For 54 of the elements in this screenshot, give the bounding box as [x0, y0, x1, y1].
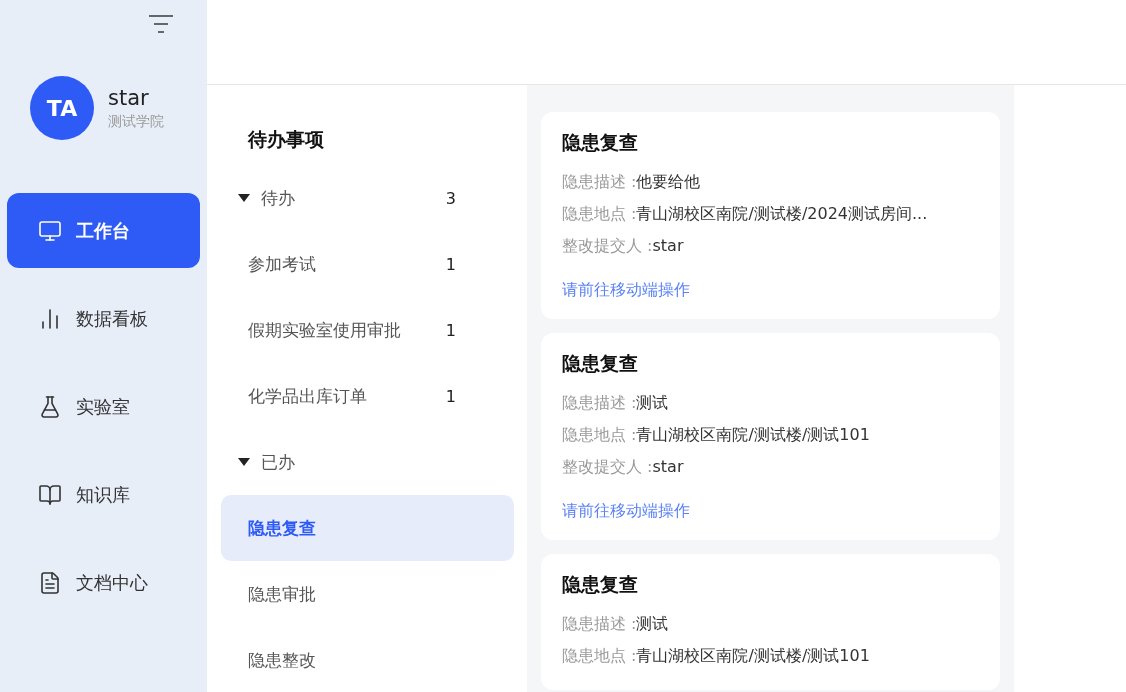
item-label: 隐患整改	[248, 648, 316, 672]
item-label: 隐患复查	[248, 516, 316, 540]
nav-item[interactable]: 实验室	[7, 369, 200, 444]
nav-item[interactable]: 工作台	[7, 193, 200, 268]
count: 1	[445, 386, 456, 406]
mobile-link[interactable]: 请前往移动端操作	[562, 501, 690, 522]
list-item[interactable]: 隐患复查	[221, 495, 514, 561]
nav-label: 文档中心	[76, 570, 148, 595]
card-field: 整改提交人 :star	[562, 451, 979, 483]
list-item[interactable]: 隐患整改	[221, 627, 514, 692]
nav-icon	[38, 218, 62, 243]
mobile-link[interactable]: 请前往移动端操作	[562, 280, 690, 301]
item-label: 参加考试	[248, 252, 316, 276]
list-item[interactable]: 假期实验室使用审批 1	[221, 297, 514, 363]
count: 1	[445, 320, 456, 340]
card-field: 隐患描述 :测试	[562, 387, 979, 419]
item-label: 假期实验室使用审批	[248, 318, 401, 342]
nav-label: 工作台	[76, 218, 130, 243]
card-title: 隐患复查	[562, 130, 639, 155]
nav-label: 数据看板	[76, 306, 148, 331]
list-item[interactable]: 化学品出库订单 1	[221, 363, 514, 429]
list-item[interactable]: 隐患审批	[221, 561, 514, 627]
group-label: 待办	[261, 186, 295, 210]
filter-icon[interactable]	[148, 14, 174, 34]
nav-item[interactable]: 数据看板	[7, 281, 200, 356]
nav-item[interactable]: 文档中心	[7, 545, 200, 620]
card-field: 隐患地点 :青山湖校区南院/测试楼/2024测试房间...	[562, 198, 979, 230]
nav-icon	[38, 394, 62, 419]
card-field: 隐患地点 :青山湖校区南院/测试楼/测试101	[562, 640, 979, 672]
count: 1	[445, 254, 456, 274]
card-field: 隐患描述 :他要给他	[562, 166, 979, 198]
nav-label: 实验室	[76, 394, 130, 419]
nav-item[interactable]: 知识库	[7, 457, 200, 532]
card-field: 隐患描述 :测试	[562, 608, 979, 640]
caret-icon[interactable]	[237, 457, 251, 467]
avatar: TA	[30, 76, 94, 140]
group-label: 已办	[261, 450, 295, 474]
nav-label: 知识库	[76, 482, 130, 507]
item-label: 隐患审批	[248, 582, 316, 606]
group-row[interactable]: 待办 3	[221, 165, 514, 231]
nav-icon	[38, 570, 62, 595]
count: 3	[445, 188, 456, 208]
item-label: 化学品出库订单	[248, 384, 367, 408]
list-item[interactable]: 参加考试 1	[221, 231, 514, 297]
list-title: 待办事项	[246, 127, 325, 152]
group-row[interactable]: 已办	[221, 429, 514, 495]
card-title: 隐患复查	[562, 351, 639, 376]
nav-icon	[38, 482, 62, 507]
user-org: 测试学院	[108, 112, 164, 131]
user-name: star	[108, 85, 150, 110]
card-field: 隐患地点 :青山湖校区南院/测试楼/测试101	[562, 419, 979, 451]
caret-icon[interactable]	[237, 193, 251, 203]
card-title: 隐患复查	[562, 572, 639, 597]
card-field: 整改提交人 :star	[562, 230, 979, 262]
